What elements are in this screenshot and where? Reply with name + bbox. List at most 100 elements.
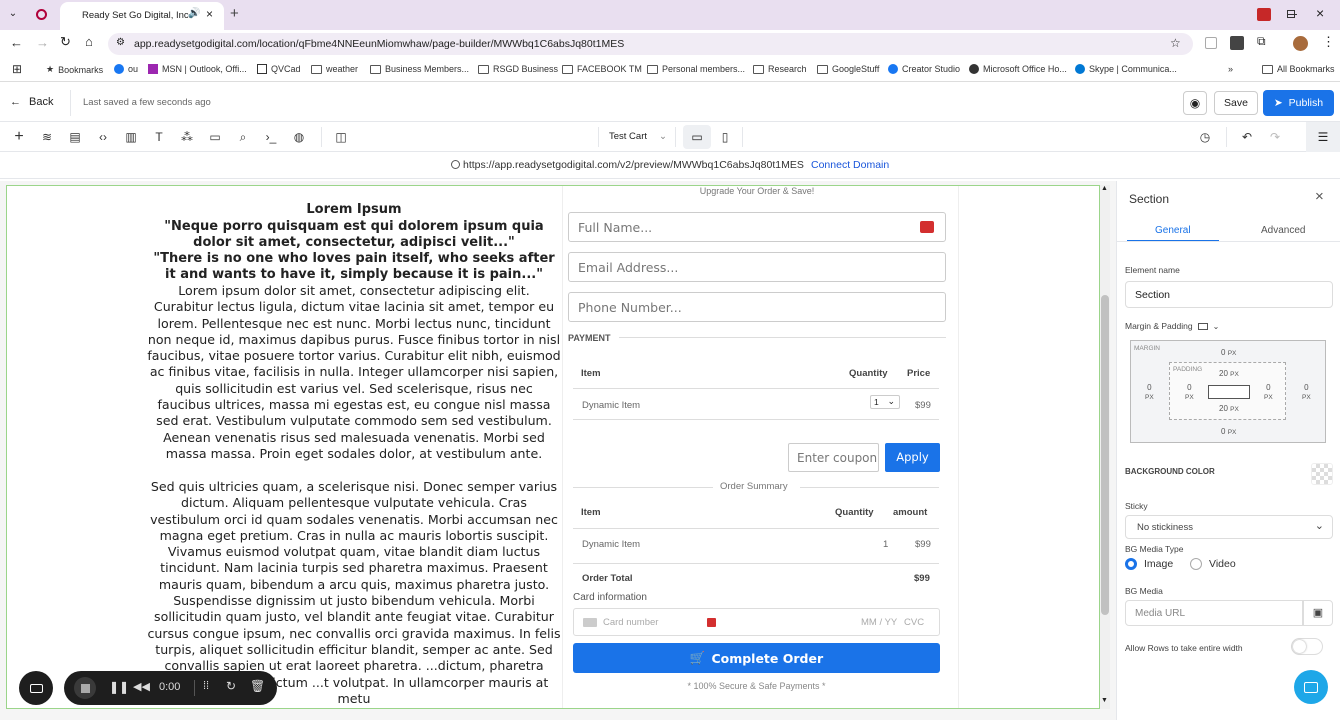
complete-order-button[interactable]: 🛒 Complete Order <box>573 643 940 673</box>
email-input[interactable]: Email Address... <box>568 252 946 282</box>
padding-top-value[interactable]: 20 PX <box>1219 369 1239 378</box>
scroll-up-icon[interactable]: ▲ <box>1101 185 1108 192</box>
all-bookmarks[interactable]: All Bookmarks <box>1262 64 1335 74</box>
chat-support-button[interactable] <box>1294 670 1328 704</box>
bookmark-item[interactable]: RSGD Business <box>478 64 558 74</box>
margin-box[interactable]: MARGIN 0 PX 0 PX 0 PX 0 PX PADDING 20 PX 0… <box>1130 340 1326 443</box>
tab-general[interactable]: General <box>1155 225 1191 236</box>
site-info-icon[interactable]: ⚙ <box>116 37 125 48</box>
bookmark-item[interactable]: FACEBOOK TM <box>562 64 642 74</box>
bookmark-item[interactable]: Business Members... <box>370 64 469 74</box>
save-button[interactable]: Save <box>1214 91 1258 115</box>
terminal-icon[interactable]: ›_ <box>264 130 278 144</box>
scroll-down-icon[interactable]: ▼ <box>1101 697 1108 704</box>
radio-video[interactable]: Video <box>1190 558 1236 570</box>
page-title[interactable]: Lorem Ipsum <box>147 202 561 217</box>
padding-right-value[interactable]: 0 PX <box>1264 383 1273 401</box>
bookmark-item[interactable]: Skype | Communica... <box>1075 64 1177 74</box>
more-bookmarks-icon[interactable]: » <box>1228 64 1233 74</box>
new-tab-button[interactable]: + <box>230 5 239 22</box>
home-icon[interactable]: ⌂ <box>85 34 93 49</box>
preview-url[interactable]: https://app.readysetgodigital.com/v2/pre… <box>463 159 804 171</box>
canvas-scrollbar[interactable]: ▲ ▼ <box>1100 185 1110 709</box>
allow-rows-toggle[interactable] <box>1291 638 1323 655</box>
coupon-input[interactable]: Enter coupon <box>788 443 879 472</box>
scrollbar-thumb[interactable] <box>1101 295 1109 615</box>
url-field[interactable]: ⚙ app.readysetgodigital.com/location/qFb… <box>108 33 1193 55</box>
padding-box[interactable]: PADDING 20 PX 0 PX 0 PX 20 PX <box>1169 362 1286 420</box>
extension-icon[interactable] <box>1205 37 1217 49</box>
element-name-input[interactable]: Section <box>1125 281 1333 308</box>
restore-icon[interactable] <box>1287 10 1295 18</box>
tab-list-button[interactable]: ⌄ <box>6 8 20 22</box>
bookmark-item[interactable]: MSN | Outlook, Offi... <box>148 64 247 74</box>
connect-domain-link[interactable]: Connect Domain <box>811 159 889 171</box>
padding-left-value[interactable]: 0 PX <box>1185 383 1194 401</box>
back-arrow-icon[interactable]: ← <box>10 35 23 50</box>
margin-bottom-value[interactable]: 0 PX <box>1221 427 1236 436</box>
palette-icon[interactable]: ◍ <box>292 130 306 144</box>
split-view-icon[interactable]: ◫ <box>334 130 348 144</box>
sticky-select[interactable]: No stickiness ⌄ <box>1125 515 1333 539</box>
text-icon[interactable]: T <box>152 130 166 144</box>
rewind-icon[interactable]: ◀◀ <box>133 680 150 693</box>
add-element-icon[interactable]: + <box>12 129 26 145</box>
history-icon[interactable]: ◷ <box>1198 130 1212 144</box>
tab-advanced[interactable]: Advanced <box>1261 225 1305 236</box>
bookmark-item[interactable]: Microsoft Office Ho... <box>969 64 1067 74</box>
margin-left-value[interactable]: 0 PX <box>1145 383 1154 401</box>
puzzle-icon[interactable]: ⧉ <box>1257 34 1266 49</box>
bookmark-item[interactable]: GoogleStuff <box>817 64 879 74</box>
cart-select[interactable]: Test Cart ⌄ <box>609 131 667 142</box>
integrations-icon[interactable]: ⁂ <box>180 130 194 144</box>
bookmark-item[interactable]: ou <box>114 64 138 74</box>
forward-arrow-icon[interactable]: → <box>36 35 49 50</box>
grip-icon[interactable]: ⁞⁞ <box>203 680 209 692</box>
margin-top-value[interactable]: 0 PX <box>1221 348 1236 357</box>
desktop-view-button[interactable]: ▭ <box>683 125 711 149</box>
search-doc-icon[interactable]: ⌕ <box>236 130 250 144</box>
close-window-icon[interactable]: × <box>1316 5 1324 21</box>
quote-1[interactable]: "Neque porro quisquam est qui dolorem ip… <box>147 219 561 251</box>
paint-icon[interactable]: ▥ <box>124 130 138 144</box>
undo-icon[interactable]: ↶ <box>1240 130 1254 144</box>
bookmark-item[interactable]: Research <box>753 64 807 74</box>
pages-icon[interactable]: ▤ <box>68 130 82 144</box>
camera-button[interactable] <box>19 671 53 705</box>
reload-icon[interactable]: ↻ <box>60 34 71 50</box>
extension-badge-icon[interactable] <box>1230 36 1244 50</box>
back-button[interactable]: ← Back <box>10 96 53 108</box>
code-icon[interactable]: ‹› <box>96 130 110 144</box>
bookmark-item[interactable]: weather <box>311 64 358 74</box>
padding-bottom-value[interactable]: 20 PX <box>1219 404 1239 413</box>
preview-button[interactable]: ◉ <box>1183 91 1207 115</box>
avatar[interactable] <box>1293 36 1308 51</box>
margin-right-value[interactable]: 0 PX <box>1302 383 1311 401</box>
close-panel-icon[interactable]: × <box>1315 188 1324 205</box>
mobile-view-icon[interactable]: ▯ <box>718 130 732 144</box>
browser-tab[interactable]: Ready Set Go Digital, Inc. 🔊 × <box>60 2 224 30</box>
media-url-input[interactable]: Media URL <box>1125 600 1303 626</box>
desktop-icon[interactable] <box>1197 322 1208 330</box>
delete-icon[interactable]: 🗑 <box>250 679 265 693</box>
card-input[interactable]: Card number MM / YY CVC <box>573 608 940 636</box>
layers-icon[interactable]: ≋ <box>40 130 54 144</box>
apps-icon[interactable]: ⊞ <box>12 62 22 76</box>
media-picker-button[interactable]: ▣ <box>1303 600 1333 626</box>
quote-2[interactable]: "There is no one who loves pain itself, … <box>147 251 561 283</box>
apply-button[interactable]: Apply <box>885 443 940 472</box>
radio-image[interactable]: Image <box>1125 558 1173 570</box>
bookmark-item[interactable]: Personal members... <box>647 64 745 74</box>
close-tab-icon[interactable]: × <box>206 7 213 21</box>
browser-icon[interactable]: ▭ <box>208 130 222 144</box>
bookmark-item[interactable]: ★ Bookmarks <box>46 64 103 75</box>
bookmark-item[interactable]: Creator Studio <box>888 64 960 74</box>
full-name-input[interactable]: Full Name... <box>568 212 946 242</box>
menu-dots-icon[interactable]: ⋮ <box>1322 34 1335 50</box>
page-preview[interactable]: Lorem Ipsum "Neque porro quisquam est qu… <box>6 185 1100 709</box>
pause-icon[interactable]: ❚❚ <box>109 680 129 694</box>
star-icon[interactable]: ☆ <box>1170 36 1181 50</box>
restart-icon[interactable]: ↻ <box>226 679 236 693</box>
bookmark-item[interactable]: QVCad <box>257 64 301 74</box>
body-paragraph-1[interactable]: Lorem ipsum dolor sit amet, consectetur … <box>147 283 561 462</box>
